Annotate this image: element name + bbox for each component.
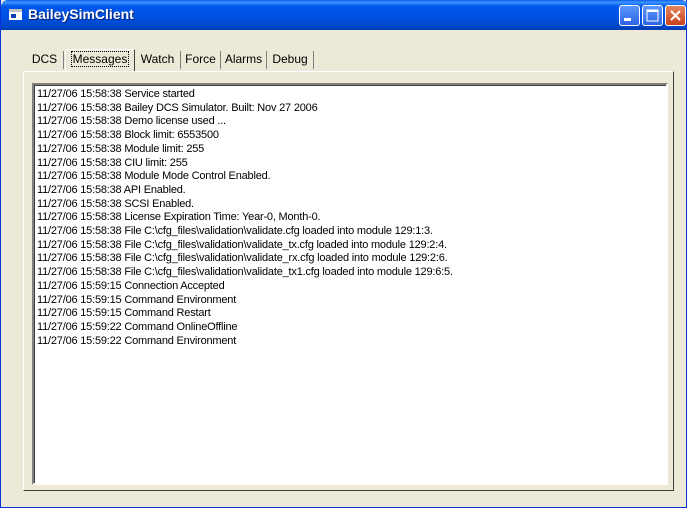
- tab-force[interactable]: Force: [181, 51, 221, 69]
- list-item: 11/27/06 15:58:38 Service started: [37, 88, 195, 100]
- tab-messages[interactable]: Messages: [65, 49, 135, 71]
- list-item: 11/27/06 15:59:15 Command Restart: [37, 307, 211, 320]
- tab-debug[interactable]: Debug: [267, 51, 314, 69]
- close-icon: [670, 10, 681, 21]
- tab-watch[interactable]: Watch: [135, 51, 181, 69]
- list-item: 11/27/06 15:59:15 Connection Accepted: [37, 279, 225, 292]
- window-title: BaileySimClient: [28, 6, 134, 22]
- maximize-icon: [646, 9, 659, 22]
- tab-messages-label: Messages: [70, 51, 130, 67]
- list-item: 11/27/06 15:58:38 API Enabled.: [37, 183, 186, 196]
- list-item: 11/27/06 15:58:38 File C:\cfg_files\vali…: [37, 266, 453, 279]
- list-item: 11/27/06 15:58:38 File C:\cfg_files\vali…: [37, 252, 448, 265]
- list-item: 11/27/06 15:58:38 Module limit: 255: [37, 142, 205, 155]
- list-item: 11/27/06 15:58:38 CIU limit: 255: [37, 156, 188, 169]
- message-log[interactable]: 11/27/06 15:58:38 Service started 11/27/…: [32, 83, 668, 485]
- minimize-icon: [624, 18, 631, 21]
- list-item: 11/27/06 15:59:22 Command Environment: [37, 334, 237, 347]
- list-item: 11/27/06 15:58:38 File C:\cfg_files\vali…: [37, 238, 447, 251]
- list-item: 11/27/06 15:58:38 Module Mode Control En…: [37, 170, 271, 183]
- app-icon: [9, 9, 22, 20]
- list-item: 11/27/06 15:58:38 License Expiration Tim…: [37, 211, 321, 224]
- tab-alarms[interactable]: Alarms: [221, 51, 267, 69]
- app-window: BaileySimClient DCS Messages Watch Force…: [0, 0, 687, 508]
- list-item: 11/27/06 15:58:38 Block limit: 6553500: [37, 129, 219, 142]
- list-item: 11/27/06 15:58:38 SCSI Enabled.: [37, 197, 194, 210]
- list-item: 11/27/06 15:58:38 Demo license used ...: [37, 115, 226, 128]
- list-item: 11/27/06 15:58:38 File C:\cfg_files\vali…: [37, 225, 433, 238]
- maximize-button[interactable]: [642, 5, 663, 26]
- title-bar[interactable]: BaileySimClient: [1, 0, 687, 30]
- list-item: 11/27/06 15:59:22 Command OnlineOffline: [37, 320, 238, 333]
- minimize-button[interactable]: [619, 5, 640, 26]
- tab-dcs[interactable]: DCS: [26, 51, 64, 69]
- list-item: 11/27/06 15:59:15 Command Environment: [37, 293, 237, 306]
- list-item: 11/27/06 15:58:38 Bailey DCS Simulator. …: [37, 101, 318, 114]
- close-button[interactable]: [665, 5, 686, 26]
